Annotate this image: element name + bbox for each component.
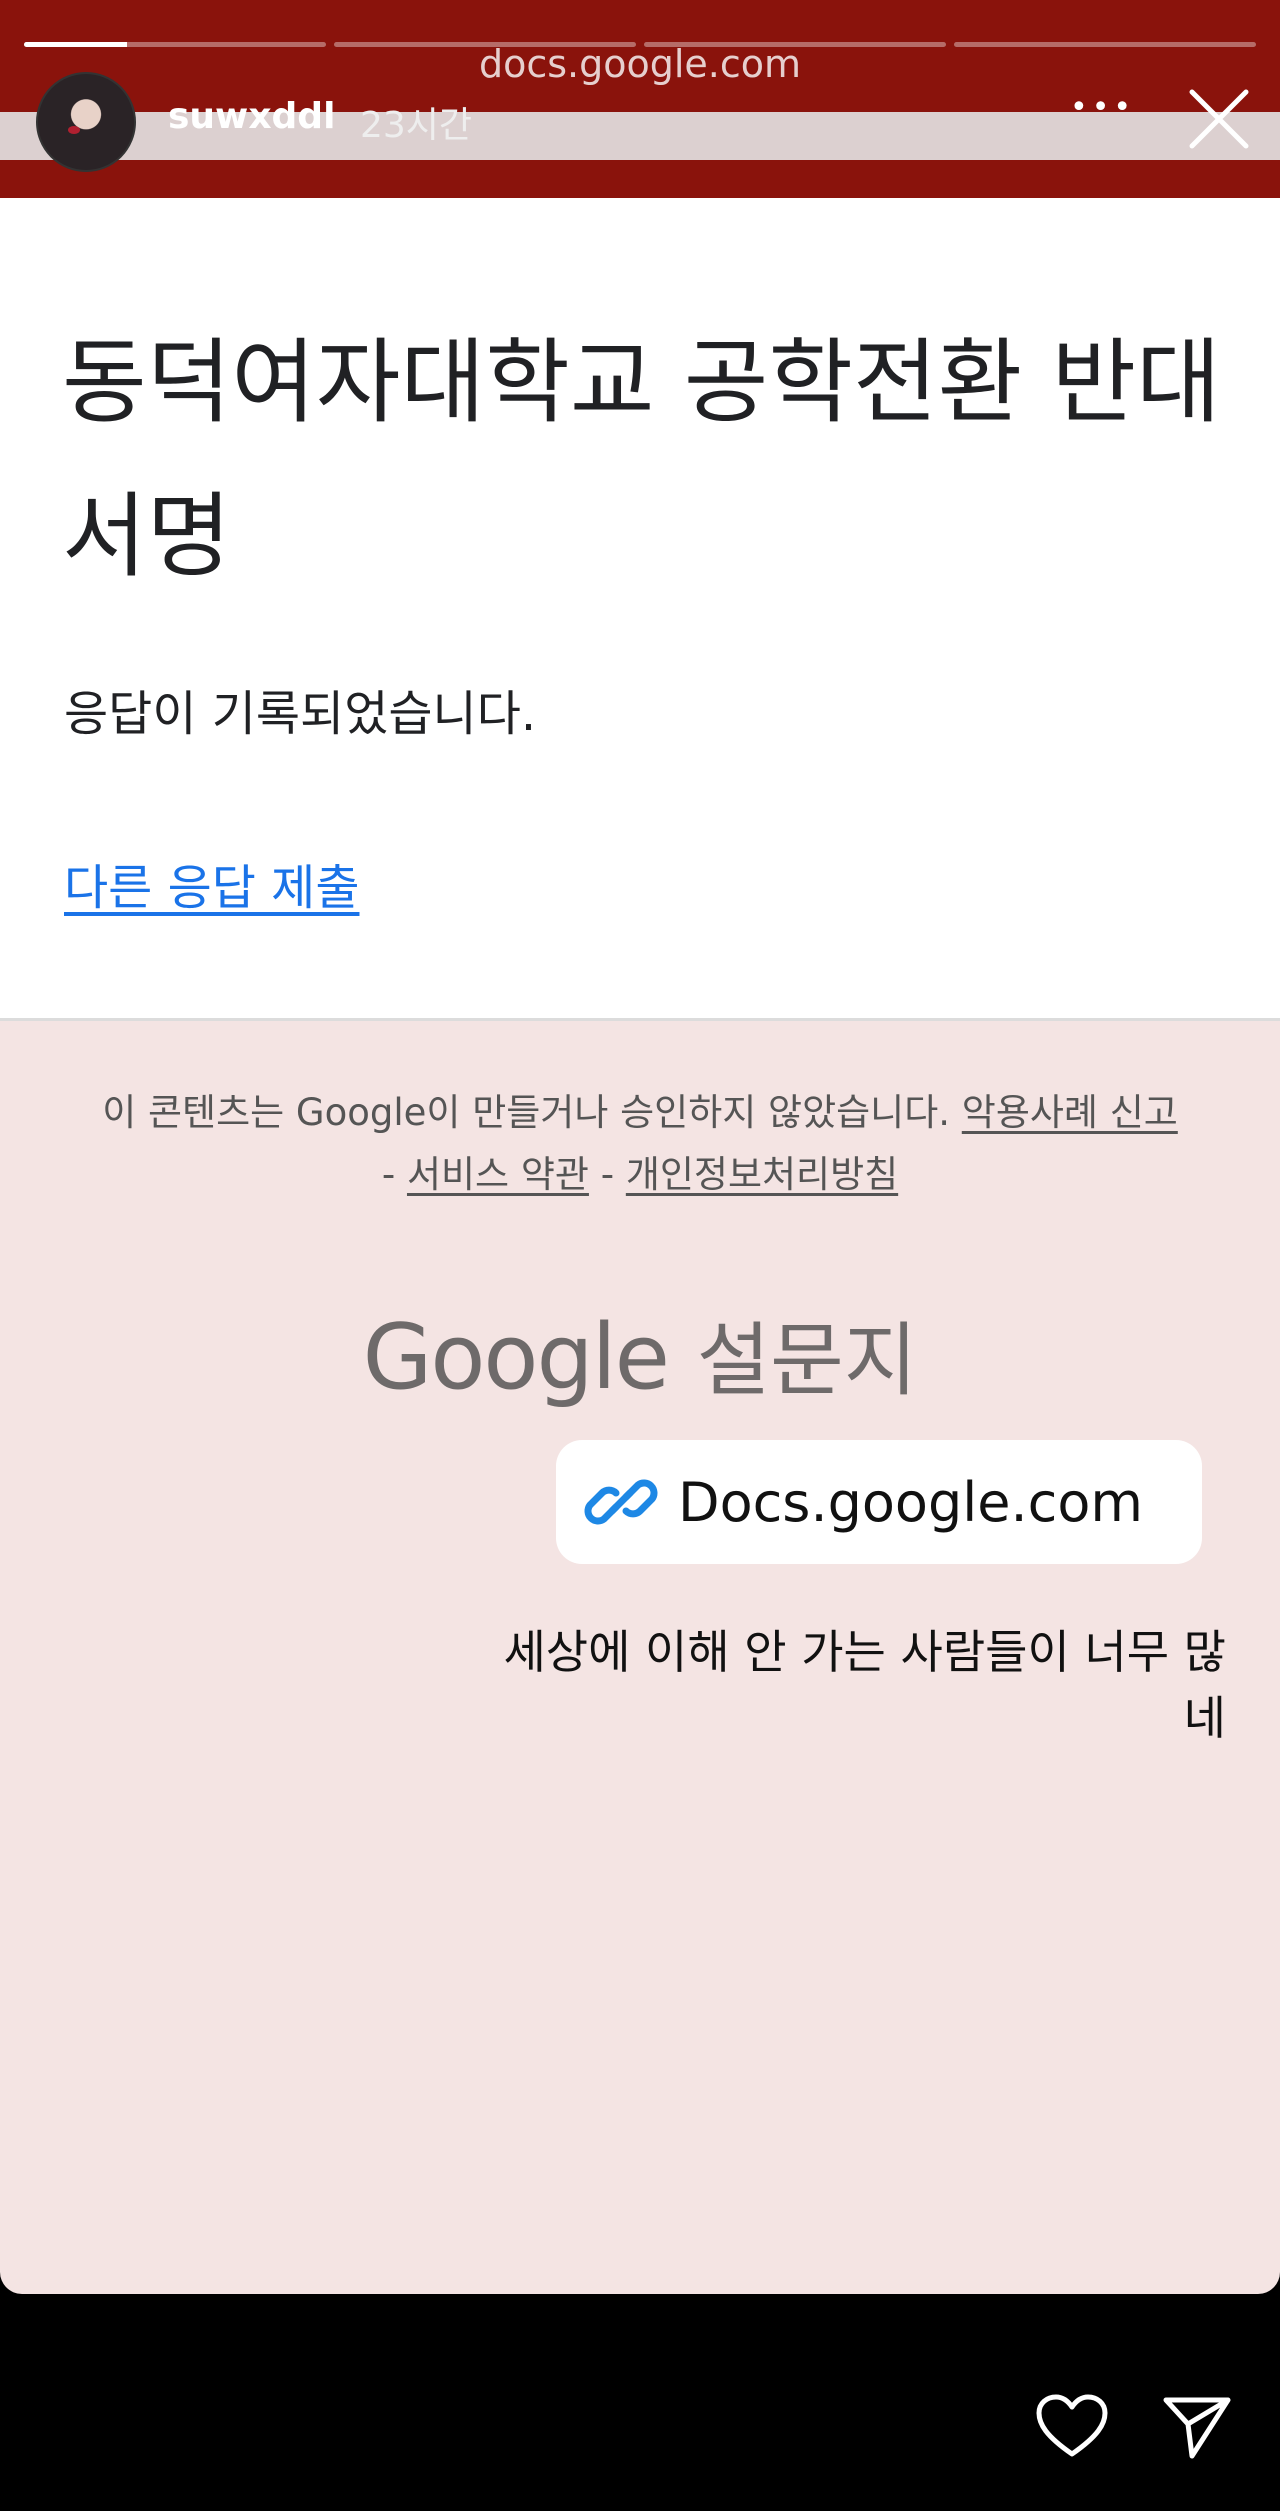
avatar[interactable] bbox=[36, 72, 136, 172]
disclaimer: 이 콘텐츠는 Google이 만들거나 승인하지 않았습니다. 악용사례 신고 … bbox=[0, 1082, 1280, 1206]
form-title: 동덕여자대학교 공학전환 반대 서명 bbox=[62, 329, 1221, 590]
google-forms-logo: Google 설문지 bbox=[0, 1296, 1280, 1412]
link-sticker[interactable]: Docs.google.com bbox=[556, 1440, 1202, 1564]
separator: - bbox=[600, 1153, 615, 1196]
send-icon[interactable] bbox=[1162, 2394, 1232, 2460]
response-recorded-message: 응답이 기록되었습니다. bbox=[64, 686, 537, 742]
heart-icon[interactable] bbox=[1036, 2394, 1108, 2458]
link-sticker-text: Docs.google.com bbox=[678, 1470, 1143, 1534]
separator: - bbox=[381, 1153, 396, 1196]
story-canvas: docs.google.com suwxddl 23시간 ••• 동덕여자대학교… bbox=[0, 0, 1280, 2294]
more-icon[interactable]: ••• bbox=[1070, 88, 1131, 128]
report-abuse-link[interactable]: 악용사례 신고 bbox=[962, 1091, 1178, 1134]
progress-segment bbox=[24, 42, 326, 47]
post-time: 23시간 bbox=[360, 105, 473, 146]
link-icon bbox=[584, 1479, 658, 1525]
brand-google: Google bbox=[362, 1305, 670, 1410]
submit-another-response-link[interactable]: 다른 응답 제출 bbox=[64, 848, 359, 918]
progress-segment bbox=[954, 42, 1256, 47]
progress-segment bbox=[644, 42, 946, 47]
progress-segment bbox=[334, 42, 636, 47]
terms-link[interactable]: 서비스 약관 bbox=[407, 1153, 589, 1196]
story-progress bbox=[24, 42, 1256, 47]
disclaimer-text: 이 콘텐츠는 Google이 만들거나 승인하지 않았습니다. bbox=[102, 1091, 951, 1134]
browser-url: docs.google.com bbox=[478, 42, 802, 86]
brand-forms: 설문지 bbox=[696, 1314, 918, 1407]
close-icon[interactable] bbox=[1186, 86, 1252, 152]
username[interactable]: suwxddl bbox=[168, 96, 335, 137]
form-confirmation-card: 동덕여자대학교 공학전환 반대 서명 응답이 기록되었습니다. 다른 응답 제출 bbox=[0, 198, 1280, 1021]
privacy-link[interactable]: 개인정보처리방침 bbox=[626, 1153, 898, 1196]
story-caption: 세상에 이해 안 가는 사람들이 너무 많네 bbox=[503, 1625, 1226, 1745]
